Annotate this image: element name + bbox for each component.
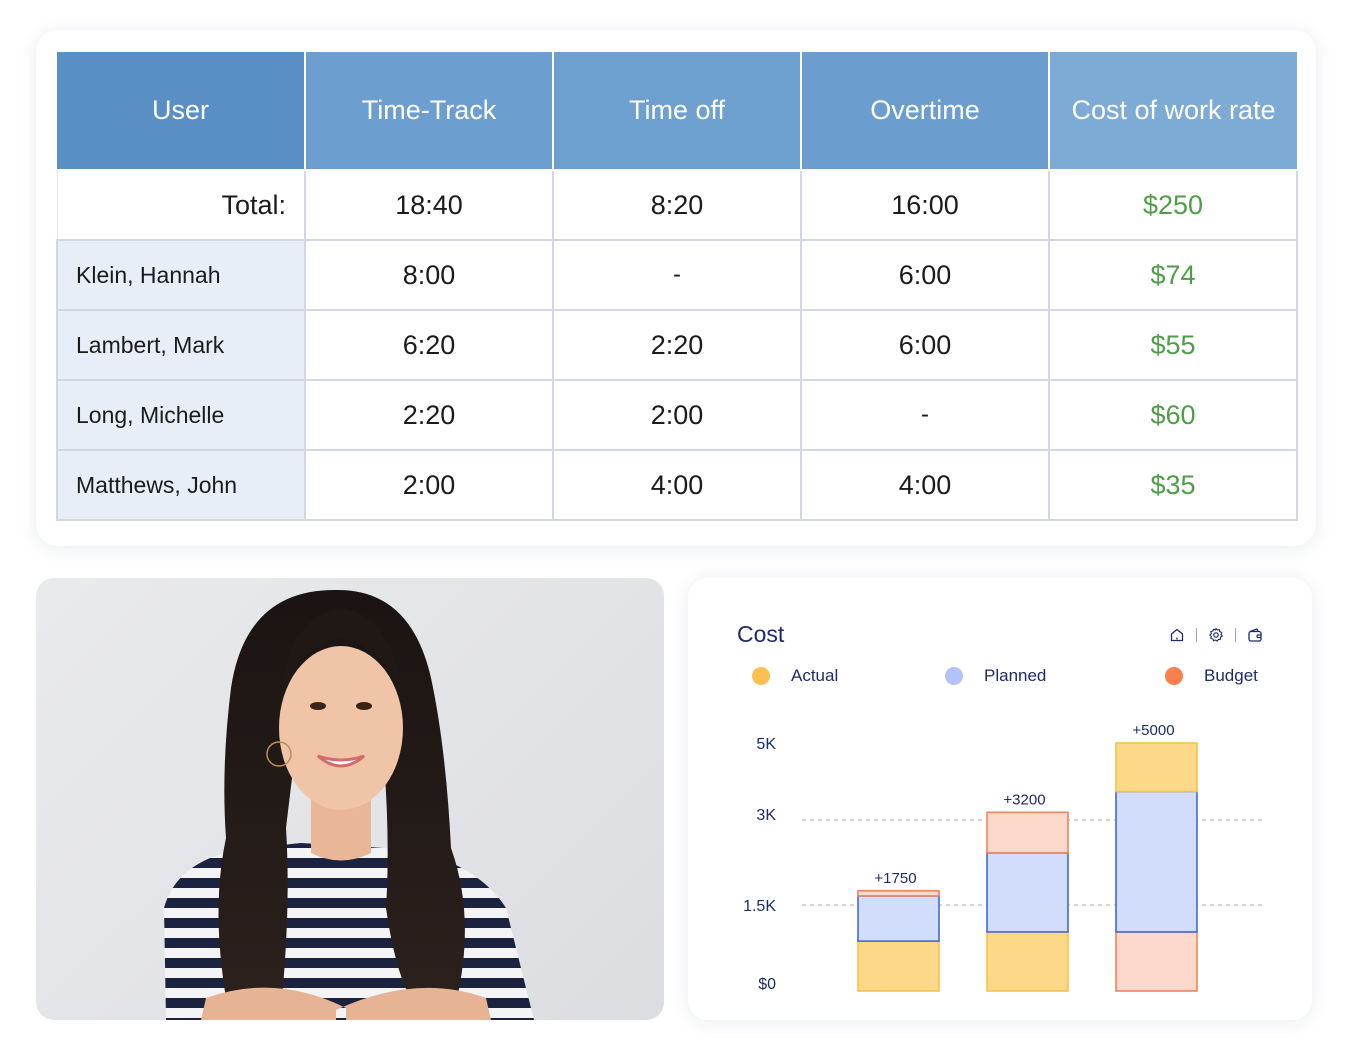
bar-segment-budget: [986, 811, 1069, 854]
bar-segment-budget: [857, 890, 940, 897]
user-name[interactable]: Long, Michelle: [56, 379, 306, 451]
table-row[interactable]: Matthews, John 2:00 4:00 4:00 $35: [56, 449, 1298, 521]
overtime-cell: 6:00: [800, 309, 1050, 381]
bar-segment-actual: [857, 940, 940, 992]
table-row[interactable]: Lambert, Mark 6:20 2:20 6:00 $55: [56, 309, 1298, 381]
table-row[interactable]: Klein, Hannah 8:00 - 6:00 $74: [56, 239, 1298, 311]
total-cost: $250: [1048, 170, 1298, 241]
time-off-cell: 4:00: [552, 449, 802, 521]
bar-segment-planned: [1115, 790, 1198, 933]
bar-segment-planned: [857, 895, 940, 942]
time-track-cell: 6:20: [304, 309, 554, 381]
cost-chart: $0 1.5K 3K 5K +1750 +3200 +5000: [743, 722, 1264, 993]
table-header-row: User Time-Track Time off Overtime Cost o…: [57, 52, 1297, 171]
left-eye: [310, 702, 326, 710]
user-name[interactable]: Lambert, Mark: [56, 309, 306, 381]
total-label: Total:: [56, 170, 306, 241]
column-header-cost[interactable]: Cost of work rate: [1048, 52, 1297, 171]
cost-cell: $35: [1048, 449, 1298, 521]
user-name[interactable]: Matthews, John: [56, 449, 306, 521]
bar-segment-actual: [1115, 742, 1198, 793]
bar-segment-planned: [986, 852, 1069, 933]
cost-widget: Cost Actual Planned Budget $0 1.5K 3K 5K…: [688, 578, 1312, 1020]
timesheet-card: User Time-Track Time off Overtime Cost o…: [36, 30, 1316, 546]
time-off-cell: 2:20: [552, 309, 802, 381]
time-track-cell: 2:20: [304, 379, 554, 451]
time-off-cell: 2:00: [552, 379, 802, 451]
overtime-cell: 6:00: [800, 239, 1050, 311]
cost-cell: $60: [1048, 379, 1298, 451]
column-header-user[interactable]: User: [57, 52, 306, 171]
column-header-overtime[interactable]: Overtime: [800, 52, 1050, 171]
face: [279, 646, 403, 810]
bar-total-label: +3200: [1003, 791, 1045, 808]
y-tick-label: $0: [758, 976, 776, 993]
bar-segment-actual: [986, 931, 1069, 992]
y-tick-label: 1.5K: [743, 898, 776, 915]
total-overtime: 16:00: [800, 170, 1050, 241]
time-track-cell: 8:00: [304, 239, 554, 311]
column-header-time-track[interactable]: Time-Track: [304, 52, 554, 171]
right-eye: [356, 702, 372, 710]
bar-total-label: +5000: [1132, 722, 1174, 739]
bar-segment-budget: [1115, 931, 1198, 992]
overtime-cell: 4:00: [800, 449, 1050, 521]
cost-cell: $55: [1048, 309, 1298, 381]
column-header-time-off[interactable]: Time off: [552, 52, 802, 171]
table-row[interactable]: Long, Michelle 2:20 2:00 - $60: [56, 379, 1298, 451]
portrait-illustration: [164, 589, 534, 1020]
timesheet-table: User Time-Track Time off Overtime Cost o…: [56, 52, 1298, 521]
time-track-cell: 2:00: [304, 449, 554, 521]
y-tick-label: 3K: [756, 807, 776, 824]
portrait-photo: [36, 578, 664, 1020]
time-off-cell: -: [552, 239, 802, 311]
y-tick-label: 5K: [756, 736, 776, 753]
bar-total-label: +1750: [874, 870, 916, 887]
user-name[interactable]: Klein, Hannah: [56, 239, 306, 311]
cost-cell: $74: [1048, 239, 1298, 311]
total-time-off: 8:20: [552, 170, 802, 241]
total-row: Total: 18:40 8:20 16:00 $250: [56, 170, 1298, 241]
overtime-cell: -: [800, 379, 1050, 451]
total-time-track: 18:40: [304, 170, 554, 241]
